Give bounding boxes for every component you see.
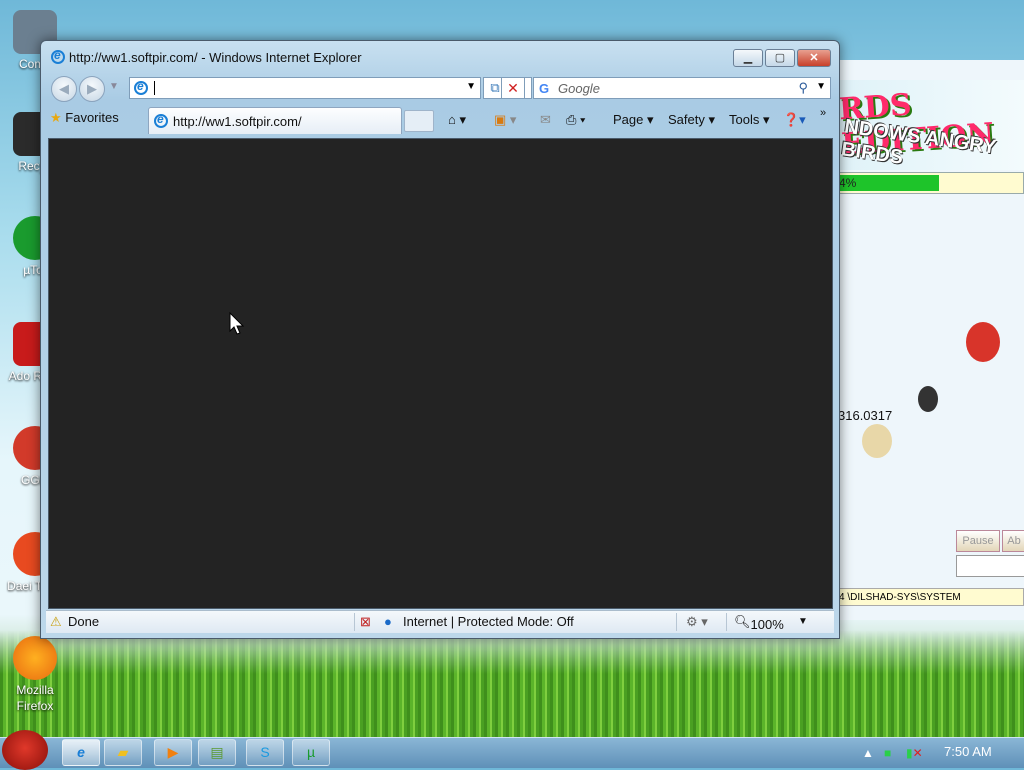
pause-button[interactable]: Pause <box>956 530 1000 552</box>
page-menu[interactable]: Page ▾ <box>613 112 654 128</box>
maximize-button[interactable]: ▢ <box>765 49 795 67</box>
back-button[interactable]: ◀ <box>51 76 77 102</box>
angry-bird-red <box>966 322 1000 362</box>
globe-icon: ● <box>384 614 392 629</box>
more-commands-icon[interactable]: » <box>820 107 826 119</box>
warning-icon: ⚠ <box>50 614 62 629</box>
taskbar-archive-icon[interactable]: ▤ <box>198 739 236 766</box>
page-content-area[interactable] <box>48 138 833 609</box>
clock[interactable]: 7:50 AM <box>944 744 992 759</box>
status-separator <box>354 613 355 631</box>
tab-ie-icon <box>154 112 168 128</box>
angry-bird-black <box>918 386 938 412</box>
tray-app-icon[interactable]: ■ <box>884 746 891 760</box>
angry-bird-white <box>862 424 892 458</box>
firefox-icon <box>13 636 57 680</box>
title-bar[interactable]: http://ww1.softpir.com/ - Windows Intern… <box>41 41 839 73</box>
search-icon[interactable]: ⚲ <box>798 80 808 96</box>
zoom-dropdown-icon[interactable]: ▼ <box>798 616 808 627</box>
forward-button[interactable]: ▶ <box>79 76 105 102</box>
abort-button[interactable]: Ab <box>1002 530 1024 552</box>
search-options-dropdown-icon[interactable]: ▼ <box>816 81 826 92</box>
zoom-level: 100% <box>750 617 784 632</box>
taskbar-utorrent-icon[interactable]: µ <box>292 739 330 766</box>
address-bar[interactable]: ▼ <box>129 77 481 99</box>
help-icon[interactable]: ❓▾ <box>783 112 806 128</box>
minimize-button[interactable]: ▁ <box>733 49 763 67</box>
background-app-progress-bar: 4% <box>836 172 1024 194</box>
taskbar-folder-icon[interactable]: ▰ <box>104 739 142 766</box>
status-separator <box>676 613 677 631</box>
page-icon <box>134 79 148 95</box>
taskbar-skype-icon[interactable]: S <box>246 739 284 766</box>
show-hidden-icons-icon[interactable]: ▲ <box>862 746 874 760</box>
status-bar: ⚠ Done ⊠ ● Internet | Protected Mode: Of… <box>46 610 834 633</box>
progress-text: 4% <box>839 176 857 190</box>
recent-pages-dropdown-icon[interactable]: ▼ <box>109 81 119 92</box>
tools-menu[interactable]: Tools ▾ <box>729 112 770 128</box>
home-icon[interactable]: ⌂ ▾ <box>448 112 466 128</box>
desktop-wallpaper-grass <box>0 630 1024 740</box>
navigation-bar: ◀ ▶ ▼ ▼ ⧉ ⇆ G Google ⚲ ▼ <box>49 76 831 102</box>
tab-label: http://ww1.softpir.com/ <box>173 114 302 129</box>
window-title: http://ww1.softpir.com/ - Windows Intern… <box>69 50 362 65</box>
close-button[interactable]: ✕ <box>797 49 831 67</box>
text-cursor <box>154 81 155 95</box>
safety-menu[interactable]: Safety ▾ <box>668 112 715 128</box>
stop-button[interactable]: ✕ <box>501 77 525 99</box>
mouse-cursor-icon <box>229 312 245 335</box>
zone-text[interactable]: Internet | Protected Mode: Off <box>403 614 574 629</box>
start-button[interactable] <box>2 730 48 770</box>
desktop-icon-firefox[interactable]: Mozilla Firefox <box>4 636 66 714</box>
read-mail-icon[interactable]: ✉ <box>540 112 551 128</box>
favorites-button[interactable]: ★ Favorites <box>50 110 119 126</box>
popup-blocked-icon[interactable]: ⊠ <box>360 614 371 630</box>
feeds-icon[interactable]: ▣ ▾ <box>494 112 516 128</box>
ie-window[interactable]: http://ww1.softpir.com/ - Windows Intern… <box>40 40 840 639</box>
zoom-control[interactable]: 🔍︎ 100% <box>734 614 784 632</box>
star-icon: ★ <box>50 110 62 125</box>
background-app-version: 316.0317 <box>838 408 893 423</box>
taskbar-ie-icon[interactable]: e <box>62 739 100 766</box>
taskbar-media-player-icon[interactable]: ▶ <box>154 739 192 766</box>
address-input[interactable] <box>158 79 442 99</box>
command-bar: ★ Favorites http://ww1.softpir.com/ ⌂ ▾ … <box>46 107 834 134</box>
background-app-input[interactable] <box>956 555 1024 577</box>
google-icon: G <box>539 81 550 96</box>
network-icon[interactable]: ▮✕ <box>906 746 923 760</box>
background-app-path: 4 \DILSHAD-SYS\SYSTEM <box>836 588 1024 606</box>
print-icon[interactable]: ⎙ ▾ <box>566 112 585 128</box>
ie-icon <box>51 48 65 64</box>
search-placeholder: Google <box>558 81 600 96</box>
tab-current[interactable]: http://ww1.softpir.com/ <box>148 107 402 134</box>
status-text: Done <box>68 614 100 629</box>
security-settings-icon[interactable]: ⚙ ▾ <box>686 614 708 630</box>
search-box[interactable]: G Google ⚲ ▼ <box>533 77 831 99</box>
address-dropdown-icon[interactable]: ▼ <box>466 81 476 92</box>
status-separator <box>726 613 727 631</box>
taskbar: e ▰ ▶ ▤ S µ ▲ ■ ▮✕ 7:50 AM <box>0 730 1024 770</box>
new-tab-button[interactable] <box>404 110 434 132</box>
